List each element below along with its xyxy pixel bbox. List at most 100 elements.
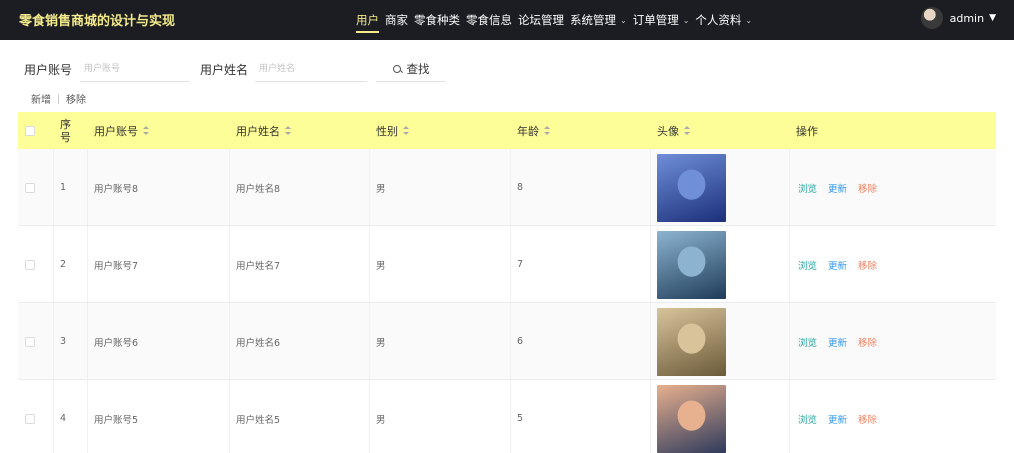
column-divider: [650, 380, 651, 453]
column-divider: [650, 226, 651, 302]
caret-down-icon[interactable]: ▼: [989, 13, 996, 23]
column-divider: [87, 303, 88, 379]
col-age[interactable]: 年龄: [517, 112, 550, 149]
column-divider: [369, 226, 370, 302]
row-index: 2: [60, 259, 67, 270]
user-menu[interactable]: admin ▼: [920, 7, 996, 29]
row-age: 7: [517, 259, 524, 270]
column-divider: [789, 149, 790, 225]
edit-button[interactable]: 更新: [828, 258, 847, 272]
sort-icon[interactable]: [403, 126, 409, 135]
nav-item-5[interactable]: 系统管理 ⌄: [570, 0, 627, 40]
row-checkbox[interactable]: [25, 336, 35, 347]
row-select-cell: [25, 149, 35, 226]
row-account: 用户账号8: [94, 183, 139, 195]
row-gender: 男: [376, 414, 386, 426]
chevron-down-icon[interactable]: ⌄: [683, 1, 690, 41]
row-checkbox[interactable]: [25, 413, 35, 424]
nav-item-1[interactable]: 商家: [385, 0, 408, 40]
col-age-label: 年龄: [517, 124, 539, 138]
col-gender[interactable]: 性别: [376, 112, 409, 149]
col-account[interactable]: 用户账号: [94, 112, 149, 149]
row-age: 8: [517, 182, 524, 193]
row-age: 5: [517, 413, 524, 424]
remove-button[interactable]: 移除: [66, 91, 86, 106]
nav-item-label: 系统管理: [570, 13, 616, 27]
sort-icon[interactable]: [544, 126, 550, 135]
column-divider: [789, 303, 790, 379]
nav-item-6[interactable]: 订单管理 ⌄: [633, 0, 690, 40]
row-index: 3: [60, 336, 67, 347]
nav-item-label: 订单管理: [632, 13, 679, 27]
column-divider: [87, 226, 88, 302]
edit-button[interactable]: 更新: [828, 335, 847, 349]
user-avatar-image[interactable]: [657, 384, 726, 453]
nav-item-label: 商家: [385, 13, 408, 27]
row-actions: 浏览 更新 移除: [798, 226, 888, 303]
account-label: 用户账号: [24, 63, 73, 77]
col-actions: 操作: [796, 124, 818, 138]
sort-icon[interactable]: [684, 126, 690, 135]
table-row[interactable]: 1 用户账号8 用户姓名8 男 8 浏览 更新 移除: [18, 149, 996, 226]
col-name-label: 用户姓名: [236, 124, 280, 138]
col-index: 序号: [60, 117, 71, 144]
view-button[interactable]: 浏览: [798, 412, 817, 426]
divider: [58, 93, 59, 104]
delete-button[interactable]: 移除: [858, 412, 877, 426]
sort-icon[interactable]: [143, 126, 149, 135]
table-row[interactable]: 2 用户账号7 用户姓名7 男 7 浏览 更新 移除: [18, 226, 996, 303]
nav-item-7[interactable]: 个人资料 ⌄: [695, 0, 752, 40]
view-button[interactable]: 浏览: [798, 181, 817, 195]
col-avatar[interactable]: 头像: [657, 112, 690, 149]
row-gender: 男: [376, 260, 386, 272]
edit-button[interactable]: 更新: [828, 181, 847, 195]
row-checkbox[interactable]: [25, 259, 35, 270]
view-button[interactable]: 浏览: [798, 335, 817, 349]
column-divider: [510, 303, 511, 379]
nav-item-2[interactable]: 零食种类: [414, 0, 460, 40]
column-divider: [510, 149, 511, 225]
main-nav: 用户 商家 零食种类 零食信息 论坛管理 系统管理 ⌄ 订单管理 ⌄ 个人资料 ⌄: [356, 0, 758, 40]
edit-button[interactable]: 更新: [828, 412, 847, 426]
nav-item-4[interactable]: 论坛管理: [518, 0, 564, 40]
add-button[interactable]: 新增: [31, 91, 51, 106]
table-header: 序号 用户账号 用户姓名 性别 年龄 头像 操作: [18, 112, 996, 149]
user-name[interactable]: admin: [950, 12, 984, 25]
select-all-checkbox[interactable]: [25, 125, 35, 136]
view-button[interactable]: 浏览: [798, 258, 817, 272]
user-avatar-image[interactable]: [657, 307, 726, 376]
table-row[interactable]: 3 用户账号6 用户姓名6 男 6 浏览 更新 移除: [18, 303, 996, 380]
nav-item-0[interactable]: 用户: [356, 0, 379, 40]
account-search-input[interactable]: [80, 56, 190, 82]
column-divider: [510, 226, 511, 302]
row-account: 用户账号5: [94, 414, 139, 426]
chevron-down-icon[interactable]: ⌄: [620, 1, 627, 41]
row-select-cell: [25, 303, 35, 380]
col-account-label: 用户账号: [94, 124, 138, 138]
sort-icon[interactable]: [285, 126, 291, 135]
delete-button[interactable]: 移除: [858, 258, 877, 272]
col-name[interactable]: 用户姓名: [236, 112, 291, 149]
column-divider: [229, 380, 230, 453]
column-divider: [53, 226, 54, 302]
user-avatar-image[interactable]: [657, 230, 726, 299]
nav-item-3[interactable]: 零食信息: [466, 0, 512, 40]
column-divider: [229, 226, 230, 302]
select-all-cell: [25, 112, 35, 149]
row-checkbox[interactable]: [25, 182, 35, 193]
row-name: 用户姓名7: [236, 260, 281, 272]
nav-item-label: 零食信息: [466, 13, 512, 27]
table-row[interactable]: 4 用户账号5 用户姓名5 男 5 浏览 更新 移除: [18, 380, 996, 453]
user-avatar-image[interactable]: [657, 153, 726, 222]
chevron-down-icon[interactable]: ⌄: [745, 1, 752, 41]
name-search-input[interactable]: [255, 56, 367, 82]
search-bar: 用户账号 用户姓名 查找: [0, 55, 1014, 83]
nav-item-label: 个人资料: [695, 13, 742, 27]
delete-button[interactable]: 移除: [858, 335, 877, 349]
row-avatar-cell: [657, 226, 726, 303]
user-avatar[interactable]: [920, 7, 943, 29]
nav-item-label: 论坛管理: [518, 13, 564, 27]
search-button[interactable]: 查找: [376, 56, 446, 82]
row-name: 用户姓名8: [236, 183, 281, 195]
delete-button[interactable]: 移除: [858, 181, 877, 195]
